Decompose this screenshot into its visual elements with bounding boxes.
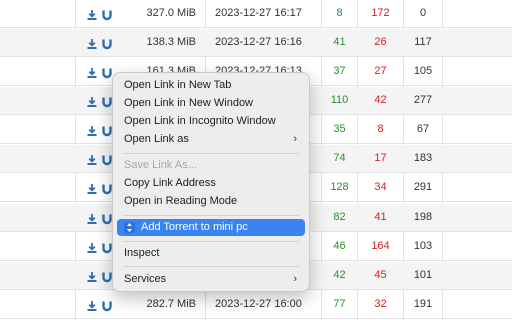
magnet-icon[interactable] xyxy=(101,8,113,20)
size-cell: 138.3 MiB xyxy=(146,36,196,48)
table-row: 327.0 MiB 2023-12-27 16:17 8 172 0 xyxy=(0,0,512,28)
leechers-cell: 32 xyxy=(374,298,387,310)
seeders-cell: 8 xyxy=(336,7,343,19)
leechers-cell: 17 xyxy=(374,152,387,164)
menu-separator xyxy=(123,241,299,242)
leechers-cell: 172 xyxy=(371,7,390,19)
row-actions xyxy=(86,291,118,318)
magnet-icon[interactable] xyxy=(101,37,113,49)
download-icon[interactable] xyxy=(86,182,98,194)
download-icon[interactable] xyxy=(86,37,98,49)
download-icon[interactable] xyxy=(86,124,98,136)
leechers-cell: 26 xyxy=(374,36,387,48)
leechers-cell: 34 xyxy=(374,181,387,193)
menu-item-label: Services xyxy=(124,273,167,285)
chevron-right-icon: › xyxy=(293,133,297,145)
completed-cell: 103 xyxy=(413,240,433,252)
menu-item-open-incognito[interactable]: Open Link in Incognito Window xyxy=(117,113,305,130)
seeders-cell: 110 xyxy=(330,94,349,106)
download-icon[interactable] xyxy=(86,241,98,253)
download-icon[interactable] xyxy=(86,66,98,78)
download-icon[interactable] xyxy=(86,95,98,107)
menu-item-reading-mode[interactable]: Open in Reading Mode xyxy=(117,193,305,210)
size-cell: 282.7 MiB xyxy=(146,298,196,310)
completed-cell: 117 xyxy=(414,36,432,48)
row-actions xyxy=(86,29,118,56)
menu-item-label: Add Torrent to mini pc xyxy=(141,221,248,233)
seeders-cell: 74 xyxy=(333,152,346,164)
seeders-cell: 77 xyxy=(333,298,346,310)
table-row: 282.7 MiB 2023-12-27 16:00 77 32 191 xyxy=(0,291,512,319)
seeders-cell: 128 xyxy=(330,181,349,193)
menu-item-open-new-tab[interactable]: Open Link in New Tab xyxy=(117,77,305,94)
magnet-icon[interactable] xyxy=(101,66,113,78)
download-icon[interactable] xyxy=(86,270,98,282)
menu-item-save-link-as: Save Link As... xyxy=(124,159,197,171)
leechers-cell: 42 xyxy=(374,94,387,106)
seeders-cell: 42 xyxy=(333,269,346,281)
leechers-cell: 41 xyxy=(374,211,387,223)
menu-item-add-torrent[interactable]: Add Torrent to mini pc xyxy=(117,219,305,236)
leechers-cell: 27 xyxy=(374,65,387,77)
menu-item-inspect[interactable]: Inspect xyxy=(117,245,305,262)
leechers-cell: 8 xyxy=(377,123,384,135)
download-icon[interactable] xyxy=(86,8,98,20)
completed-cell: 0 xyxy=(419,7,427,19)
completed-cell: 101 xyxy=(413,269,433,281)
date-cell: 2023-12-27 16:16 xyxy=(215,36,302,48)
completed-cell: 105 xyxy=(413,65,433,77)
size-cell: 327.0 MiB xyxy=(146,7,196,19)
menu-item-open-link-as[interactable]: Open Link as › xyxy=(117,131,305,148)
completed-cell: 183 xyxy=(413,152,433,164)
completed-cell: 67 xyxy=(416,123,430,135)
magnet-icon[interactable] xyxy=(101,299,113,311)
download-icon[interactable] xyxy=(86,212,98,224)
menu-item-label: Open Link as xyxy=(124,133,189,145)
completed-cell: 191 xyxy=(413,298,433,310)
menu-separator xyxy=(123,153,299,154)
row-actions xyxy=(86,0,118,27)
seeders-cell: 37 xyxy=(333,65,346,77)
seeders-cell: 82 xyxy=(333,211,346,223)
menu-item-services[interactable]: Services › xyxy=(117,271,305,288)
menu-item-open-new-window[interactable]: Open Link in New Window xyxy=(117,95,305,112)
date-cell: 2023-12-27 16:00 xyxy=(215,298,302,310)
context-menu: Open Link in New Tab Open Link in New Wi… xyxy=(112,72,310,292)
chevron-right-icon: › xyxy=(293,273,297,285)
download-icon[interactable] xyxy=(86,299,98,311)
menu-separator xyxy=(123,266,299,267)
menu-item-copy-link[interactable]: Copy Link Address xyxy=(117,175,305,192)
leechers-cell: 45 xyxy=(374,269,387,281)
completed-cell: 277 xyxy=(413,94,433,106)
download-icon[interactable] xyxy=(86,153,98,165)
completed-cell: 198 xyxy=(413,211,433,223)
seeders-cell: 35 xyxy=(333,123,346,135)
leechers-cell: 164 xyxy=(371,240,390,252)
seeders-cell: 46 xyxy=(333,240,346,252)
completed-cell: 291 xyxy=(413,181,433,193)
table-row: 138.3 MiB 2023-12-27 16:16 41 26 117 xyxy=(0,29,512,57)
extension-icon xyxy=(124,222,135,233)
menu-separator xyxy=(123,215,299,216)
date-cell: 2023-12-27 16:17 xyxy=(215,7,302,19)
seeders-cell: 41 xyxy=(333,36,346,48)
